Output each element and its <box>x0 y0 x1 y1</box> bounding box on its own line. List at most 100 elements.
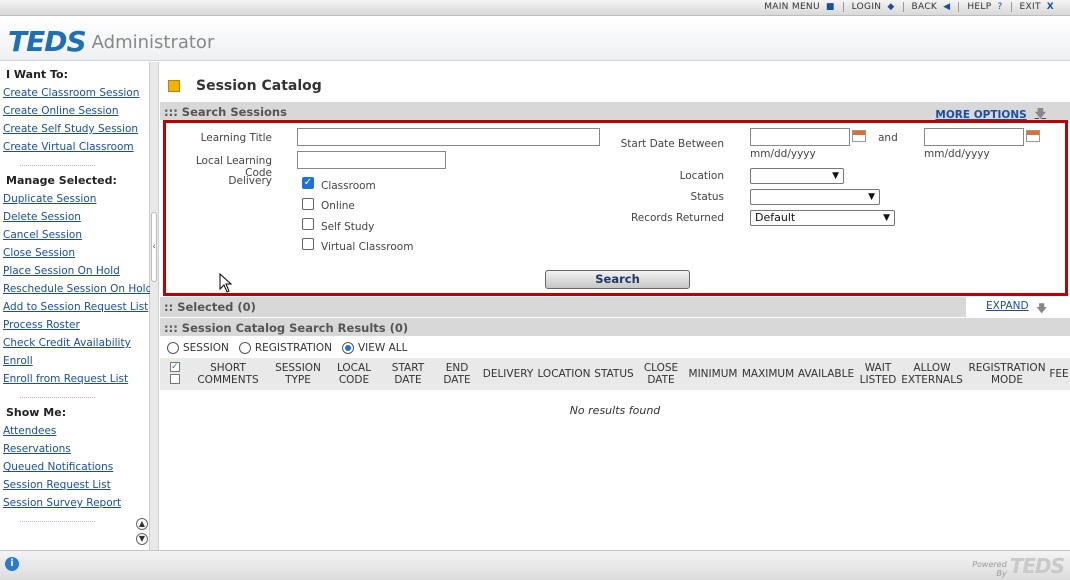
sidebar-link-reschedule-on-hold[interactable]: Reschedule Session On Hold <box>0 280 152 298</box>
col-fee[interactable]: FEE <box>1048 358 1070 390</box>
classroom-label: Classroom <box>321 180 376 192</box>
view-registration-option[interactable]: REGISTRATION <box>238 342 332 354</box>
sidebar-link-enroll-from-request-list[interactable]: Enroll from Request List <box>0 370 149 388</box>
view-all-radio[interactable] <box>341 342 354 354</box>
sidebar-link-create-classroom-session[interactable]: Create Classroom Session <box>0 84 149 102</box>
i-want-to-title: I Want To: <box>6 68 69 81</box>
sidebar-link-session-request-list[interactable]: Session Request List <box>0 476 149 494</box>
chevron-down-icon: ▼ <box>883 213 890 223</box>
scroll-up-icon[interactable]: ▲ <box>136 518 148 530</box>
self-study-label: Self Study <box>321 221 375 233</box>
results-table-header: ✓ SHORT COMMENTS SESSION TYPE LOCAL CODE… <box>160 358 1070 390</box>
mouse-cursor-icon <box>219 273 233 293</box>
session-radio-label: SESSION <box>183 342 229 354</box>
col-end-date[interactable]: END DATE <box>436 358 478 390</box>
sidebar-link-queued-notifications[interactable]: Queued Notifications <box>0 458 149 476</box>
virtual-classroom-label: Virtual Classroom <box>321 241 414 253</box>
col-location[interactable]: LOCATION <box>536 358 592 390</box>
col-short-comments[interactable]: SHORT COMMENTS <box>194 358 262 390</box>
col-status[interactable]: STATUS <box>592 358 636 390</box>
records-returned-select[interactable]: Default ▼ <box>750 210 895 226</box>
location-label: Location <box>679 170 724 182</box>
sidebar-link-create-online-session[interactable]: Create Online Session <box>0 102 149 120</box>
sidebar-link-check-credit[interactable]: Check Credit Availability <box>0 334 149 352</box>
sidebar-link-enroll[interactable]: Enroll <box>0 352 149 370</box>
classroom-checkbox[interactable]: ✓ <box>302 177 314 189</box>
select-all-checkbox[interactable]: ✓ <box>170 362 180 372</box>
learning-title-input[interactable] <box>297 128 600 146</box>
back-link[interactable]: BACK ◀ <box>904 2 960 12</box>
start-date-from-input[interactable] <box>750 128 850 146</box>
app-name: Administrator <box>91 32 215 53</box>
registration-radio[interactable] <box>238 342 251 354</box>
view-all-option[interactable]: VIEW ALL <box>341 342 408 354</box>
calendar-icon[interactable] <box>1026 130 1040 142</box>
scroll-down-icon[interactable]: ▼ <box>136 533 148 545</box>
col-local-code[interactable]: LOCAL CODE <box>332 358 376 390</box>
view-all-radio-label: VIEW ALL <box>357 342 408 354</box>
logo: TEDS Administrator <box>8 25 214 58</box>
sidebar-link-session-survey-report[interactable]: Session Survey Report <box>0 494 149 512</box>
exit-icon: X <box>1046 2 1054 12</box>
records-returned-label: Records Returned <box>630 212 724 224</box>
selected-title: :: Selected (0) <box>164 300 256 314</box>
exit-link[interactable]: EXIT X <box>1012 2 1062 12</box>
page-title: Session Catalog <box>168 78 322 94</box>
self-study-checkbox[interactable] <box>302 218 314 230</box>
col-available[interactable]: AVAILABLE <box>796 358 856 390</box>
location-select[interactable]: ▼ <box>750 168 844 184</box>
collapse-sidebar-icon[interactable]: ‹ <box>151 212 157 282</box>
calendar-icon[interactable] <box>852 130 866 142</box>
main-menu-icon: ■ <box>825 2 835 12</box>
status-label: Status <box>690 191 724 203</box>
back-label: BACK <box>911 2 938 12</box>
col-minimum[interactable]: MINIMUM <box>687 358 739 390</box>
no-results-message: No results found <box>569 404 661 417</box>
help-link[interactable]: HELP? <box>959 2 1012 12</box>
col-maximum[interactable]: MAXIMUM <box>740 358 796 390</box>
exit-label: EXIT <box>1019 2 1041 12</box>
search-sessions-title: ::: Search Sessions <box>164 105 287 119</box>
sidebar-link-close-session[interactable]: Close Session <box>0 244 149 262</box>
sidebar-link-create-virtual-classroom[interactable]: Create Virtual Classroom <box>0 138 149 156</box>
view-options: SESSION REGISTRATION VIEW ALL <box>167 342 418 354</box>
page-title-text: Session Catalog <box>196 78 322 94</box>
info-icon[interactable]: i <box>5 557 19 571</box>
col-start-date[interactable]: START DATE <box>384 358 432 390</box>
sidebar-link-delete-session[interactable]: Delete Session <box>0 208 149 226</box>
online-checkbox[interactable] <box>302 198 314 210</box>
col-registration-mode[interactable]: REGISTRATION MODE <box>966 358 1048 390</box>
expand-link[interactable]: EXPAND <box>986 300 1029 312</box>
sidebar-link-process-roster[interactable]: Process Roster <box>0 316 149 334</box>
sidebar-link-place-on-hold[interactable]: Place Session On Hold <box>0 262 149 280</box>
col-wait-listed[interactable]: WAIT LISTED <box>858 358 898 390</box>
search-sessions-bar: ::: Search Sessions MORE OPTIONS 🡇 <box>160 102 1070 121</box>
chevron-down-icon: ▼ <box>832 171 839 181</box>
col-allow-externals[interactable]: ALLOW EXTERNALS <box>900 358 964 390</box>
main-menu-link[interactable]: MAIN MENU ■ <box>756 2 844 12</box>
col-close-date[interactable]: CLOSE DATE <box>638 358 684 390</box>
deselect-all-checkbox[interactable] <box>170 374 180 384</box>
back-arrow-icon: ◀ <box>943 2 951 12</box>
virtual-classroom-checkbox[interactable] <box>302 238 314 250</box>
search-button[interactable]: Search <box>545 270 690 289</box>
sidebar-link-cancel-session[interactable]: Cancel Session <box>0 226 149 244</box>
sidebar-splitter[interactable]: ‹ <box>150 62 159 550</box>
help-label: HELP <box>967 2 992 12</box>
main-content: Session Catalog ::: Search Sessions MORE… <box>160 62 1070 550</box>
sidebar-link-attendees[interactable]: Attendees <box>0 422 149 440</box>
sidebar-link-create-self-study-session[interactable]: Create Self Study Session <box>0 120 149 138</box>
show-me-title: Show Me: <box>6 406 67 419</box>
local-code-input[interactable] <box>297 151 446 169</box>
start-date-to-input[interactable] <box>924 128 1024 146</box>
session-radio[interactable] <box>167 342 179 354</box>
col-session-type[interactable]: SESSION TYPE <box>268 358 328 390</box>
status-select[interactable]: ▼ <box>750 189 880 205</box>
col-delivery[interactable]: DELIVERY <box>480 358 536 390</box>
sidebar-link-add-to-request-list[interactable]: Add to Session Request List <box>0 298 149 316</box>
sidebar-link-duplicate-session[interactable]: Duplicate Session <box>0 190 149 208</box>
sidebar-link-reservations[interactable]: Reservations <box>0 440 149 458</box>
view-session-option[interactable]: SESSION <box>167 342 229 354</box>
catalog-icon <box>168 80 180 92</box>
login-link[interactable]: LOGIN ◆ <box>844 2 904 12</box>
